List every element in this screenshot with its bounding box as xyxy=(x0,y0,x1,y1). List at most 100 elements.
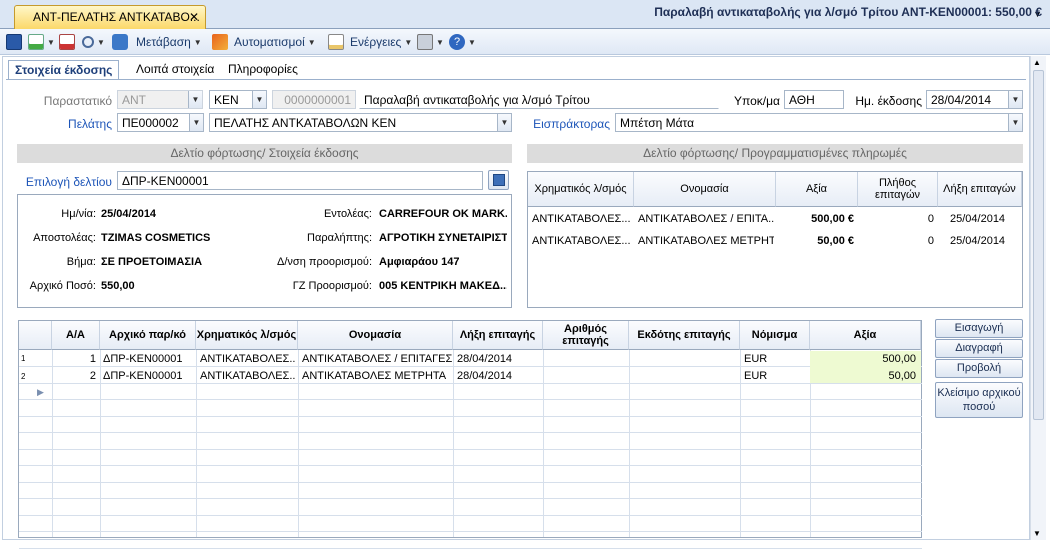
payments-col-header[interactable]: Χρηματικός λ/σμός xyxy=(528,172,634,207)
seira-select[interactable]: ΚΕΝ ▼ xyxy=(209,90,267,109)
scroll-down-icon[interactable]: ▼ xyxy=(1033,529,1041,538)
row-number: 2 xyxy=(21,372,26,381)
lines-col-header[interactable]: Λήξη επιταγής xyxy=(453,321,543,350)
table-row[interactable] xyxy=(19,516,922,532)
calendar-dropdown-icon[interactable]: ▼ xyxy=(1008,91,1022,108)
grid-line xyxy=(740,350,741,537)
row-indicator-header xyxy=(19,321,52,350)
line-cell[interactable]: ΑΝΤΙΚΑΤΑΒΟΛΕΣ... xyxy=(200,353,296,365)
table-row[interactable] xyxy=(19,417,922,433)
line-cell[interactable]: 500,00 xyxy=(812,353,916,365)
kleisimo-arxikou-posou-button[interactable]: Κλείσιμο αρχικού ποσού xyxy=(935,382,1023,418)
close-icon[interactable]: ✕ xyxy=(189,10,199,24)
payment-cell[interactable]: ΑΝΤΙΚΑΤΑΒΟΛΕΣ ΜΕΤΡΗΤΑ xyxy=(638,235,774,247)
eisagogi-button[interactable]: Εισαγωγή xyxy=(935,319,1023,338)
automatismoi-menu[interactable]: Αυτοματισμοί ▼ xyxy=(212,33,316,51)
scroll-thumb[interactable] xyxy=(1033,70,1044,420)
pelatis-name-field[interactable]: ΠΕΛΑΤΗΣ ΑΝΤΚΑΤΑΒΟΛΩΝ ΚΕΝ ▼ xyxy=(209,113,512,132)
payment-cell[interactable]: 25/04/2014 xyxy=(950,235,1020,247)
payment-cell[interactable]: 500,00 € xyxy=(778,213,854,225)
pelatis-code-field[interactable]: ΠΕ000002 ▼ xyxy=(117,113,204,132)
epilogi-deltiou-label[interactable]: Επιλογή δελτίου xyxy=(20,175,112,189)
table-row[interactable] xyxy=(19,467,922,483)
payment-cell[interactable]: 25/04/2014 xyxy=(950,213,1020,225)
table-row[interactable] xyxy=(19,500,922,516)
arxiko-poso-value: 550,00 xyxy=(101,280,135,292)
print-button[interactable]: ▼ xyxy=(417,33,444,51)
eispraktoras-field[interactable]: Μπέτση Μάτα ▼ xyxy=(615,113,1023,132)
chevron-down-icon[interactable]: ▼ xyxy=(252,91,266,108)
vertical-scrollbar[interactable]: ▲ ▼ xyxy=(1030,56,1046,540)
payments-col-header[interactable]: Ονομασία xyxy=(634,172,776,207)
search-button[interactable]: ▼ xyxy=(82,33,105,51)
line-cell[interactable]: 28/04/2014 xyxy=(457,353,541,365)
payment-cell[interactable]: ΑΝΤΙΚΑΤΑΒΟΛΕΣ... xyxy=(532,235,630,247)
grid-line xyxy=(629,350,630,537)
delete-button[interactable] xyxy=(59,33,75,51)
line-cell[interactable]: ΑΝΤΙΚΑΤΑΒΟΛΕΣ... xyxy=(200,370,296,382)
metavasi-menu[interactable]: Μετάβαση ▼ xyxy=(112,33,202,51)
diagrafi-button[interactable]: Διαγραφή xyxy=(935,339,1023,358)
tab-loipa-stoixeia[interactable]: Λοιπά στοιχεία xyxy=(130,60,220,80)
document-title: Παραλαβή αντικαταβολής για λ/σμό Τρίτου … xyxy=(654,5,1042,19)
hm-ekdosis-field[interactable]: 28/04/2014 ▼ xyxy=(926,90,1023,109)
payment-cell[interactable]: 0 xyxy=(860,235,934,247)
payments-col-header[interactable]: Λήξη επιταγών xyxy=(938,172,1022,207)
lines-col-header[interactable]: Χρηματικός λ/σμός xyxy=(196,321,298,350)
pelatis-label[interactable]: Πελάτης xyxy=(20,117,112,131)
chevron-down-icon[interactable]: ▼ xyxy=(189,114,203,131)
line-cell[interactable]: ΔΠΡ-ΚΕΝ00001 xyxy=(103,370,195,382)
perigrafi-field[interactable]: Παραλαβή αντικαταβολής για λ/σμό Τρίτου xyxy=(359,90,719,109)
energeies-menu[interactable]: Ενέργειες ▼ xyxy=(328,33,412,51)
line-cell[interactable]: ΔΠΡ-ΚΕΝ00001 xyxy=(103,353,195,365)
scroll-up-icon[interactable]: ▲ xyxy=(1033,58,1041,67)
table-row[interactable] xyxy=(19,434,922,450)
payments-col-header[interactable]: Πλήθος επιταγών xyxy=(858,172,938,207)
lookup-button[interactable] xyxy=(488,170,509,190)
automatismoi-label: Αυτοματισμοί xyxy=(234,35,305,49)
line-cell[interactable]: ΑΝΤΙΚΑΤΑΒΟΛΕΣ / ΕΠΙΤΑΓΕΣ xyxy=(302,353,452,365)
payment-cell[interactable]: ΑΝΤΙΚΑΤΑΒΟΛΕΣ / ΕΠΙΤΑ... xyxy=(638,213,774,225)
lookup-icon xyxy=(493,174,505,186)
tab-stoixeia-ekdosis[interactable]: Στοιχεία έκδοσης xyxy=(8,60,120,80)
line-cell[interactable]: EUR xyxy=(744,370,808,382)
lines-col-header[interactable]: Εκδότης επιταγής xyxy=(629,321,740,350)
epilogi-deltiou-field[interactable]: ΔΠΡ-ΚΕΝ00001 xyxy=(117,171,483,190)
lines-col-header[interactable]: Ονομασία xyxy=(298,321,453,350)
table-row[interactable] xyxy=(19,401,922,417)
payment-cell[interactable]: ΑΝΤΙΚΑΤΑΒΟΛΕΣ... xyxy=(532,213,630,225)
help-icon: ? xyxy=(449,34,465,50)
table-row[interactable] xyxy=(19,384,922,400)
lines-col-header[interactable]: Αριθμός επιταγής xyxy=(543,321,629,350)
new-row-arrow-icon: ▶ xyxy=(37,387,44,397)
search-icon xyxy=(82,36,94,48)
table-row[interactable] xyxy=(19,450,922,466)
lines-col-header[interactable]: Νόμισμα xyxy=(740,321,810,350)
chevron-down-icon: ▼ xyxy=(188,91,202,108)
save-button[interactable] xyxy=(6,33,22,51)
payments-col-header[interactable]: Αξία xyxy=(776,172,858,207)
ypokatastima-field[interactable]: ΑΘΗ xyxy=(784,90,844,109)
line-cell[interactable]: ΑΝΤΙΚΑΤΑΒΟΛΕΣ ΜΕΤΡΗΤΑ xyxy=(302,370,452,382)
eispraktoras-label[interactable]: Εισπράκτορας xyxy=(530,117,610,131)
help-button[interactable]: ? ▼ xyxy=(449,33,476,51)
line-cell[interactable]: 50,00 xyxy=(812,370,916,382)
chevron-down-icon[interactable]: ▼ xyxy=(1008,114,1022,131)
lines-col-header[interactable]: Α/Α xyxy=(52,321,100,350)
document-tab[interactable]: ΑΝΤ-ΠΕΛΑΤΗΣ ΑΝΤΚΑΤΑΒΟ... ✕ xyxy=(14,5,206,29)
lines-col-header[interactable]: Αξία xyxy=(810,321,921,350)
new-button[interactable]: ▼ xyxy=(28,33,55,51)
payment-cell[interactable]: 0 xyxy=(860,213,934,225)
line-cell[interactable]: 1 xyxy=(54,353,96,365)
lines-col-header[interactable]: Αρχικό παρ/κό xyxy=(100,321,196,350)
table-row[interactable] xyxy=(19,483,922,499)
line-cell[interactable]: EUR xyxy=(744,353,808,365)
table-row[interactable] xyxy=(19,533,922,549)
payment-cell[interactable]: 50,00 € xyxy=(778,235,854,247)
line-cell[interactable]: 28/04/2014 xyxy=(457,370,541,382)
line-cell[interactable]: 2 xyxy=(54,370,96,382)
chevron-down-icon[interactable]: ▼ xyxy=(497,114,511,131)
tab-plirofories[interactable]: Πληροφορίες xyxy=(222,60,304,80)
hm-ekdosis-value: 28/04/2014 xyxy=(931,93,992,107)
provoli-button[interactable]: Προβολή xyxy=(935,359,1023,378)
